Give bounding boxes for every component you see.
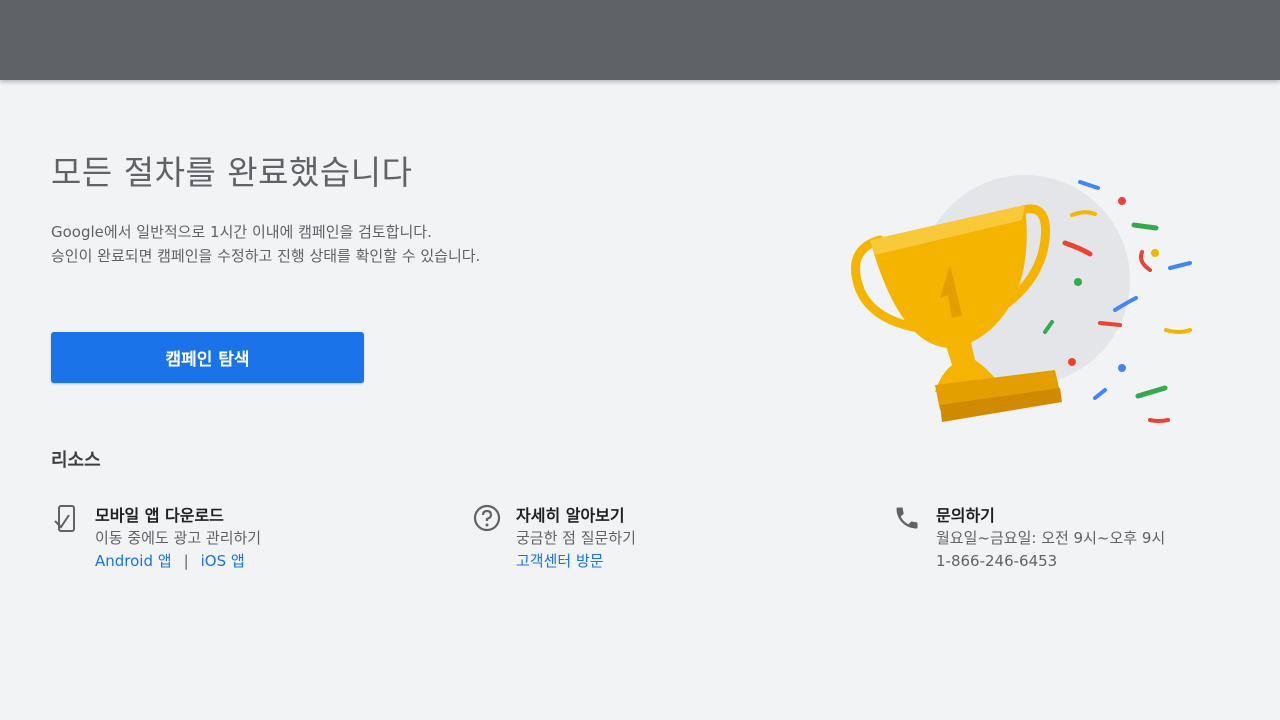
help-circle-icon [472,504,502,534]
help-center-link[interactable]: 고객센터 방문 [516,552,604,570]
resource-heading: 모바일 앱 다운로드 [95,506,224,525]
description: Google에서 일반적으로 1시간 이내에 캠페인을 검토합니다. 승인이 완… [51,220,480,268]
description-line-2: 승인이 완료되면 캠페인을 수정하고 진행 상태를 확인할 수 있습니다. [51,247,481,265]
explore-campaign-button[interactable]: 캠페인 탐색 [51,332,364,383]
resource-subtext: 이동 중에도 광고 관리하기 [95,529,262,547]
resource-mobile-app: 모바일 앱 다운로드 이동 중에도 광고 관리하기 Android 앱 | iOS … [51,504,261,573]
trophy-confetti-icon [840,170,1210,440]
resources-title: 리소스 [51,450,101,471]
resource-contact: 문의하기 월요일~금요일: 오전 9시~오후 9시 1-866-246-6453 [892,504,1165,573]
resource-heading: 자세히 알아보기 [516,506,625,525]
resource-subtext: 월요일~금요일: 오전 9시~오후 9시 [936,529,1166,547]
resource-heading: 문의하기 [936,506,995,525]
link-separator: | [183,552,189,570]
description-line-1: Google에서 일반적으로 1시간 이내에 캠페인을 검토합니다. [51,223,432,241]
mobile-phone-icon [51,504,81,534]
resource-learn-more: 자세히 알아보기 궁금한 점 질문하기 고객센터 방문 [472,504,636,573]
phone-icon [892,504,922,534]
phone-number: 1-866-246-6453 [936,552,1058,570]
resource-subtext: 궁금한 점 질문하기 [516,529,636,547]
page-title: 모든 절차를 완료했습니다 [51,153,413,192]
android-app-link[interactable]: Android 앱 [95,552,172,570]
ios-app-link[interactable]: iOS 앱 [201,552,245,570]
top-bar [0,0,1280,80]
